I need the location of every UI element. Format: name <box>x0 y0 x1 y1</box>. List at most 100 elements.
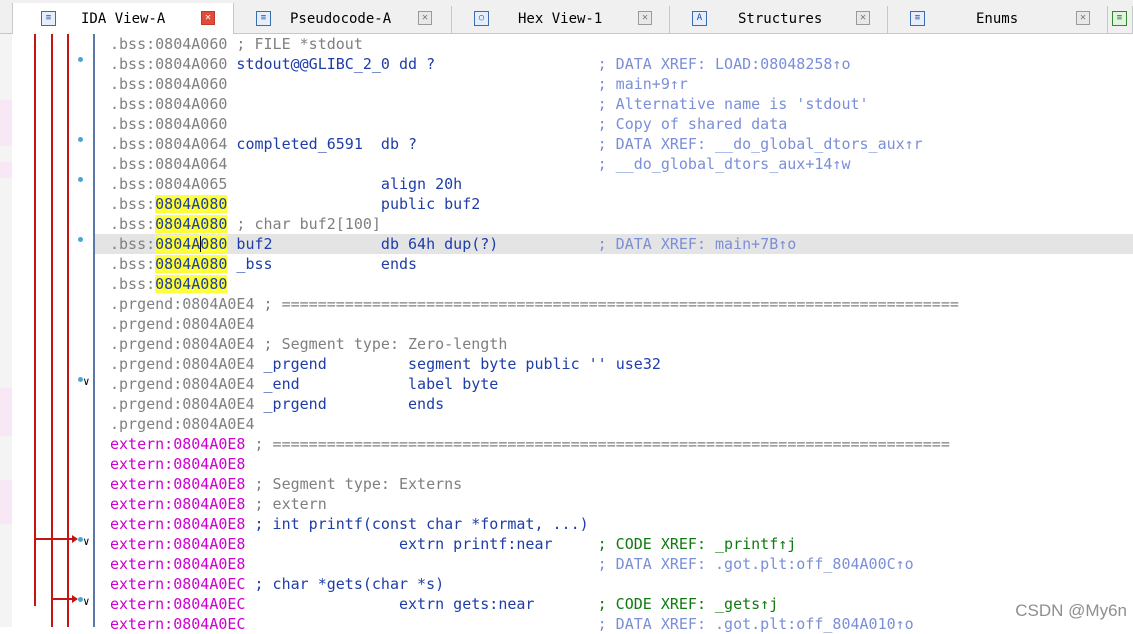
listing-line[interactable]: .prgend:0804A0E4 <box>95 414 1133 434</box>
listing-line[interactable]: extern:0804A0EC ; char *gets(char *s) <box>95 574 1133 594</box>
xref-comment[interactable]: ; Copy of shared data <box>598 114 788 134</box>
line-address[interactable]: .prgend:0804A0E4 _end label byte <box>110 374 498 394</box>
close-icon[interactable]: ✕ <box>201 11 215 25</box>
address-value: 0804A0E8 <box>173 435 246 453</box>
xref-comment[interactable]: ; Alternative name is 'stdout' <box>598 94 869 114</box>
close-icon[interactable]: ✕ <box>856 11 870 25</box>
listing-line[interactable]: extern:0804A0E8 ; ======================… <box>95 434 1133 454</box>
line-address[interactable]: .bss:0804A060 <box>110 114 227 134</box>
listing-line[interactable]: .prgend:0804A0E4 _prgend segment byte pu… <box>95 354 1133 374</box>
line-address[interactable]: extern:0804A0E8 <box>110 454 245 474</box>
line-address[interactable]: extern:0804A0E8 <box>110 554 245 574</box>
listing-line[interactable]: .prgend:0804A0E4 ; Segment type: Zero-le… <box>95 334 1133 354</box>
line-address[interactable]: .bss:0804A080 public buf2 <box>110 194 480 214</box>
collapse-chevron-icon[interactable]: ∨ <box>83 535 90 548</box>
tab-structures[interactable]: A Structures ✕ <box>670 6 888 33</box>
xref-comment[interactable]: ; DATA XREF: LOAD:08048258↑o <box>598 54 851 74</box>
listing-line[interactable]: .bss:0804A060 stdout@@GLIBC_2_0 dd ? ; DA… <box>95 54 1133 74</box>
line-address[interactable]: .prgend:0804A0E4 _prgend segment byte pu… <box>110 354 661 374</box>
listing-line[interactable]: .prgend:0804A0E4 _prgend ends <box>95 394 1133 414</box>
collapse-chevron-icon[interactable]: ∨ <box>83 595 90 608</box>
xref-comment[interactable]: ; DATA XREF: __do_global_dtors_aux↑r <box>598 134 923 154</box>
line-address[interactable]: extern:0804A0E8 ; Segment type: Externs <box>110 474 462 494</box>
line-text: buf2 db 64h dup(?) <box>227 235 499 253</box>
xref-comment[interactable]: ; CODE XREF: _gets↑j <box>598 594 779 614</box>
line-address[interactable]: .prgend:0804A0E4 _prgend ends <box>110 394 444 414</box>
line-address[interactable]: .prgend:0804A0E4 ; Segment type: Zero-le… <box>110 334 507 354</box>
tab-overflow[interactable]: ≡ <box>1108 6 1133 33</box>
listing-line[interactable]: .bss:0804A080 ; char buf2[100] <box>95 214 1133 234</box>
listing-line[interactable]: .bss:0804A060 ; main+9↑r <box>95 74 1133 94</box>
line-address[interactable]: .bss:0804A080 ; char buf2[100] <box>110 214 381 234</box>
listing-line[interactable]: .bss:0804A064 completed_6591 db ? ; DATA … <box>95 134 1133 154</box>
line-address[interactable]: .bss:0804A080 _bss ends <box>110 254 417 274</box>
xref-comment[interactable]: ; __do_global_dtors_aux+14↑w <box>598 154 851 174</box>
close-icon[interactable]: ✕ <box>1076 11 1090 25</box>
listing-line[interactable]: extern:0804A0E8 extrn printf:near ; CODE … <box>95 534 1133 554</box>
line-address[interactable]: .prgend:0804A0E4 <box>110 314 255 334</box>
tab-ida-view-a[interactable]: ≡ IDA View-A ✕ <box>12 3 234 34</box>
breakpoint-dot-icon[interactable] <box>78 177 83 182</box>
close-icon[interactable]: ✕ <box>638 11 652 25</box>
listing-line[interactable]: extern:0804A0E8 ; int printf(const char … <box>95 514 1133 534</box>
listing-line[interactable]: .bss:0804A060 ; Copy of shared data <box>95 114 1133 134</box>
line-address[interactable]: .bss:0804A060 <box>110 94 227 114</box>
listing-line[interactable]: .prgend:0804A0E4 _end label byte <box>95 374 1133 394</box>
line-address[interactable]: extern:0804A0E8 ; int printf(const char … <box>110 514 589 534</box>
tab-pseudocode-a[interactable]: ≡ Pseudocode-A ✕ <box>234 6 452 33</box>
line-text: _prgend segment byte public '' use32 <box>254 355 661 373</box>
xref-comment[interactable]: ; DATA XREF: .got.plt:off_804A00C↑o <box>598 554 914 574</box>
listing-line[interactable]: .bss:0804A080 _bss ends <box>95 254 1133 274</box>
xref-comment[interactable]: ; main+9↑r <box>598 74 688 94</box>
collapse-chevron-icon[interactable]: ∨ <box>83 375 90 388</box>
xref-comment[interactable]: ; DATA XREF: main+7B↑o <box>598 234 797 254</box>
line-address[interactable]: .bss:0804A080 buf2 db 64h dup(?) <box>110 234 498 254</box>
address-value: 0804A0E8 <box>173 555 246 573</box>
breakpoint-dot-icon[interactable] <box>78 57 83 62</box>
tab-hex-view-1[interactable]: ○ Hex View-1 ✕ <box>452 6 670 33</box>
tab-label: Enums <box>976 11 1019 27</box>
line-address[interactable]: extern:0804A0E8 extrn printf:near <box>110 534 553 554</box>
listing-line[interactable]: extern:0804A0EC ; DATA XREF: .got.plt:off… <box>95 614 1133 634</box>
listing-line[interactable]: .bss:0804A064 ; __do_global_dtors_aux+14↑… <box>95 154 1133 174</box>
address-value: 0804A060 <box>155 35 228 53</box>
line-address[interactable]: .bss:0804A065 align 20h <box>110 174 462 194</box>
listing-line[interactable]: .bss:0804A060 ; Alternative name is 'stdo… <box>95 94 1133 114</box>
listing-line[interactable]: extern:0804A0E8 ; extern <box>95 494 1133 514</box>
listing-line[interactable]: .bss:0804A060 ; FILE *stdout <box>95 34 1133 54</box>
listing-line[interactable]: extern:0804A0E8 <box>95 454 1133 474</box>
listing-line[interactable]: .bss:0804A080 buf2 db 64h dup(?) ; DATA X… <box>95 234 1133 254</box>
listing-line[interactable]: .prgend:0804A0E4 <box>95 314 1133 334</box>
line-address[interactable]: extern:0804A0E8 ; extern <box>110 494 327 514</box>
xref-comment[interactable]: ; CODE XREF: _printf↑j <box>598 534 797 554</box>
address-value: 0804A080 <box>155 255 228 273</box>
line-address[interactable]: .bss:0804A060 ; FILE *stdout <box>110 34 363 54</box>
listing-line[interactable]: extern:0804A0E8 ; Segment type: Externs <box>95 474 1133 494</box>
line-address[interactable]: .bss:0804A060 stdout@@GLIBC_2_0 dd ? <box>110 54 435 74</box>
line-address[interactable]: .bss:0804A060 <box>110 74 227 94</box>
line-address[interactable]: .bss:0804A064 <box>110 154 227 174</box>
line-address[interactable]: .prgend:0804A0E4 <box>110 414 255 434</box>
address-value: 0804A0E4 <box>182 375 255 393</box>
xref-comment[interactable]: ; DATA XREF: .got.plt:off_804A010↑o <box>598 614 914 634</box>
breakpoint-dot-icon[interactable] <box>78 237 83 242</box>
listing-line[interactable]: extern:0804A0E8 ; DATA XREF: .got.plt:off… <box>95 554 1133 574</box>
line-address[interactable]: extern:0804A0EC <box>110 614 245 634</box>
line-address[interactable]: extern:0804A0EC extrn gets:near <box>110 594 534 614</box>
breakpoint-dot-icon[interactable] <box>78 137 83 142</box>
line-address[interactable]: .prgend:0804A0E4 ; =====================… <box>110 294 959 314</box>
listing-line[interactable]: .prgend:0804A0E4 ; =====================… <box>95 294 1133 314</box>
listing-line[interactable]: .bss:0804A080 <box>95 274 1133 294</box>
listing-line[interactable]: extern:0804A0EC extrn gets:near ; CODE XR… <box>95 594 1133 614</box>
listing-line[interactable]: .bss:0804A065 align 20h <box>95 174 1133 194</box>
listing-line[interactable]: .bss:0804A080 public buf2 <box>95 194 1133 214</box>
line-address[interactable]: extern:0804A0EC ; char *gets(char *s) <box>110 574 444 594</box>
tab-enums[interactable]: ≡ Enums ✕ <box>888 6 1108 33</box>
address-value: 0804A0E8 <box>173 475 246 493</box>
close-icon[interactable]: ✕ <box>418 11 432 25</box>
line-text: _end label byte <box>254 375 499 393</box>
line-address[interactable]: extern:0804A0E8 ; ======================… <box>110 434 950 454</box>
line-address[interactable]: .bss:0804A080 <box>110 274 228 294</box>
disassembly-listing[interactable]: .bss:0804A060 ; FILE *stdout .bss:0804A06… <box>95 34 1133 633</box>
line-address[interactable]: .bss:0804A064 completed_6591 db ? <box>110 134 417 154</box>
